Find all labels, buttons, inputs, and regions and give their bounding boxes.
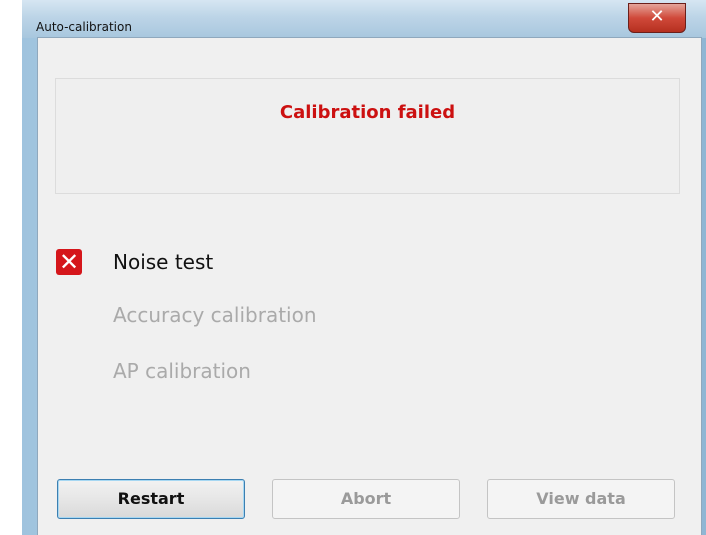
step-label: Noise test [113, 250, 214, 274]
status-message: Calibration failed [279, 102, 456, 123]
step-label: Accuracy calibration [113, 303, 317, 327]
view-data-button[interactable]: View data [487, 479, 675, 519]
dialog-body: Calibration failed ✕ Noise test Accuracy… [37, 37, 702, 535]
step-ap-calibration: AP calibration [56, 357, 556, 387]
window-title: Auto-calibration [36, 20, 132, 34]
title-bar[interactable]: Auto-calibration ✕ [22, 0, 706, 38]
status-panel: Calibration failed [55, 78, 680, 194]
restart-button[interactable]: Restart [57, 479, 245, 519]
auto-calibration-window: Auto-calibration ✕ Calibration failed ✕ … [22, 0, 706, 535]
step-label: AP calibration [113, 359, 251, 383]
close-button[interactable]: ✕ [628, 3, 686, 33]
step-accuracy-calibration: Accuracy calibration [56, 301, 556, 331]
abort-button[interactable]: Abort [272, 479, 460, 519]
step-noise-test: ✕ Noise test [56, 248, 556, 278]
close-icon: ✕ [649, 6, 665, 27]
error-x-icon: ✕ [56, 249, 82, 275]
